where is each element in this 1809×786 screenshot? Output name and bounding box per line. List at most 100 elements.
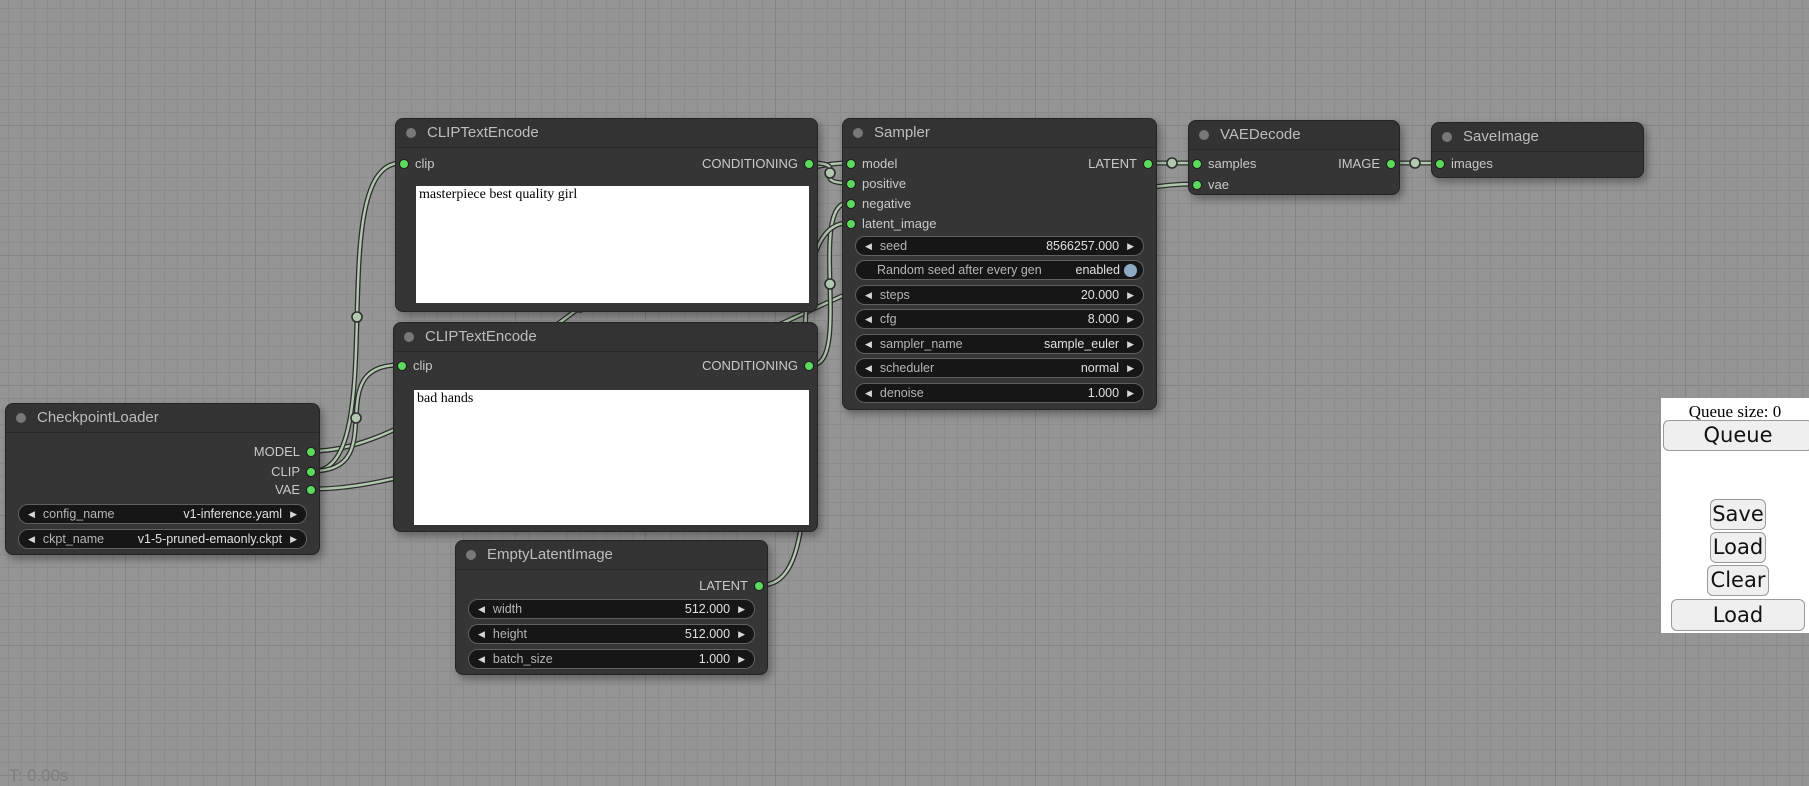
input-port-negative[interactable]: negative xyxy=(843,194,911,214)
decrement-arrow-icon[interactable]: ◀ xyxy=(478,604,485,615)
load-button[interactable]: Load xyxy=(1710,532,1766,563)
output-port-conditioning[interactable]: CONDITIONING xyxy=(702,356,817,376)
port-dot-icon[interactable] xyxy=(1143,159,1153,169)
widget-random-seed-toggle[interactable]: Random seed after every gen enabled xyxy=(855,260,1144,280)
widget-scheduler[interactable]: ◀ scheduler normal ▶ xyxy=(855,358,1144,378)
decrement-arrow-icon[interactable]: ◀ xyxy=(865,241,872,252)
node-clip-text-encode-positive[interactable]: CLIPTextEncode clip CONDITIONING masterp… xyxy=(395,118,818,312)
node-clip-text-encode-negative[interactable]: CLIPTextEncode clip CONDITIONING bad han… xyxy=(393,322,818,532)
input-port-model[interactable]: model xyxy=(843,154,897,174)
node-status-dot xyxy=(406,128,416,138)
output-port-latent[interactable]: LATENT xyxy=(699,576,767,596)
node-title: CLIPTextEncode xyxy=(427,124,539,141)
increment-arrow-icon[interactable]: ▶ xyxy=(1127,290,1134,301)
output-port-image[interactable]: IMAGE xyxy=(1338,154,1399,174)
increment-arrow-icon[interactable]: ▶ xyxy=(1127,241,1134,252)
output-port-latent[interactable]: LATENT xyxy=(1088,154,1156,174)
node-save-image[interactable]: SaveImage images xyxy=(1431,122,1644,178)
decrement-arrow-icon[interactable]: ◀ xyxy=(865,388,872,399)
port-dot-icon[interactable] xyxy=(846,219,856,229)
port-dot-icon[interactable] xyxy=(306,485,316,495)
queue-size-label: Queue size: 0 xyxy=(1661,402,1809,422)
input-port-positive[interactable]: positive xyxy=(843,174,906,194)
increment-arrow-icon[interactable]: ▶ xyxy=(738,654,745,665)
node-title-bar: CLIPTextEncode xyxy=(394,323,817,352)
output-port-conditioning[interactable]: CONDITIONING xyxy=(702,154,817,174)
decrement-arrow-icon[interactable]: ◀ xyxy=(28,509,35,520)
increment-arrow-icon[interactable]: ▶ xyxy=(290,509,297,520)
input-port-samples[interactable]: samples xyxy=(1189,154,1256,174)
port-dot-icon[interactable] xyxy=(804,361,814,371)
port-dot-icon[interactable] xyxy=(397,361,407,371)
input-port-vae[interactable]: vae xyxy=(1189,175,1229,195)
node-checkpoint-loader[interactable]: CheckpointLoader MODEL CLIP VAE ◀ config… xyxy=(5,403,320,555)
input-port-clip[interactable]: clip xyxy=(396,154,435,174)
load-default-button[interactable]: Load Default xyxy=(1671,599,1805,631)
node-title: VAEDecode xyxy=(1220,126,1301,143)
decrement-arrow-icon[interactable]: ◀ xyxy=(478,629,485,640)
decrement-arrow-icon[interactable]: ◀ xyxy=(865,314,872,325)
toggle-dot-icon[interactable] xyxy=(1124,264,1137,277)
node-empty-latent-image[interactable]: EmptyLatentImage LATENT ◀ width 512.000 … xyxy=(455,540,768,675)
port-dot-icon[interactable] xyxy=(306,467,316,477)
decrement-arrow-icon[interactable]: ◀ xyxy=(478,654,485,665)
output-port-vae[interactable]: VAE xyxy=(275,480,319,500)
output-port-model[interactable]: MODEL xyxy=(254,442,319,462)
port-dot-icon[interactable] xyxy=(846,199,856,209)
decrement-arrow-icon[interactable]: ◀ xyxy=(865,363,872,374)
node-title-bar: SaveImage xyxy=(1432,123,1643,152)
port-dot-icon[interactable] xyxy=(1386,159,1396,169)
widget-sampler-name[interactable]: ◀ sampler_name sample_euler ▶ xyxy=(855,334,1144,354)
port-dot-icon[interactable] xyxy=(846,159,856,169)
port-dot-icon[interactable] xyxy=(306,447,316,457)
increment-arrow-icon[interactable]: ▶ xyxy=(1127,314,1134,325)
widget-width[interactable]: ◀ width 512.000 ▶ xyxy=(468,599,755,619)
widget-seed[interactable]: ◀ seed 8566257.000 ▶ xyxy=(855,236,1144,256)
node-status-dot xyxy=(853,128,863,138)
increment-arrow-icon[interactable]: ▶ xyxy=(738,629,745,640)
increment-arrow-icon[interactable]: ▶ xyxy=(738,604,745,615)
node-vae-decode[interactable]: VAEDecode samples vae IMAGE xyxy=(1188,120,1400,195)
prompt-text-area[interactable]: masterpiece best quality girl xyxy=(416,186,809,303)
widget-cfg[interactable]: ◀ cfg 8.000 ▶ xyxy=(855,309,1144,329)
port-dot-icon[interactable] xyxy=(754,581,764,591)
node-title-bar: VAEDecode xyxy=(1189,121,1399,150)
port-dot-icon[interactable] xyxy=(1435,159,1445,169)
decrement-arrow-icon[interactable]: ◀ xyxy=(865,339,872,350)
node-sampler[interactable]: Sampler model positive negative latent_i… xyxy=(842,118,1157,410)
widget-batch-size[interactable]: ◀ batch_size 1.000 ▶ xyxy=(468,649,755,669)
widget-ckpt-name[interactable]: ◀ ckpt_name v1-5-pruned-emaonly.ckpt ▶ xyxy=(18,529,307,549)
increment-arrow-icon[interactable]: ▶ xyxy=(1127,388,1134,399)
widget-height[interactable]: ◀ height 512.000 ▶ xyxy=(468,624,755,644)
output-port-clip[interactable]: CLIP xyxy=(271,462,319,482)
port-dot-icon[interactable] xyxy=(1192,180,1202,190)
input-port-latent-image[interactable]: latent_image xyxy=(843,214,936,234)
prompt-text-area[interactable]: bad hands xyxy=(414,390,809,525)
link-midpoint-dot xyxy=(825,168,835,178)
port-dot-icon[interactable] xyxy=(846,179,856,189)
port-dot-icon[interactable] xyxy=(1192,159,1202,169)
port-dot-icon[interactable] xyxy=(399,159,409,169)
node-status-dot xyxy=(404,332,414,342)
widget-config-name[interactable]: ◀ config_name v1-inference.yaml ▶ xyxy=(18,504,307,524)
link-midpoint-dot xyxy=(351,413,361,423)
save-button[interactable]: Save xyxy=(1710,499,1766,530)
node-title-bar: Sampler xyxy=(843,119,1156,148)
queue-prompt-button[interactable]: Queue Prompt xyxy=(1663,420,1809,451)
increment-arrow-icon[interactable]: ▶ xyxy=(1127,339,1134,350)
input-port-clip[interactable]: clip xyxy=(394,356,433,376)
input-port-images[interactable]: images xyxy=(1432,154,1493,174)
increment-arrow-icon[interactable]: ▶ xyxy=(290,534,297,545)
graph-canvas[interactable]: { "icons": {"left_arrow": "◀", "right_ar… xyxy=(0,0,1809,782)
decrement-arrow-icon[interactable]: ◀ xyxy=(865,290,872,301)
port-dot-icon[interactable] xyxy=(804,159,814,169)
node-title-bar: EmptyLatentImage xyxy=(456,541,767,570)
increment-arrow-icon[interactable]: ▶ xyxy=(1127,363,1134,374)
widget-denoise[interactable]: ◀ denoise 1.000 ▶ xyxy=(855,383,1144,403)
node-status-dot xyxy=(466,550,476,560)
decrement-arrow-icon[interactable]: ◀ xyxy=(28,534,35,545)
widget-steps[interactable]: ◀ steps 20.000 ▶ xyxy=(855,285,1144,305)
link-midpoint-dot xyxy=(825,279,835,289)
node-status-dot xyxy=(16,413,26,423)
clear-button[interactable]: Clear xyxy=(1707,565,1769,596)
